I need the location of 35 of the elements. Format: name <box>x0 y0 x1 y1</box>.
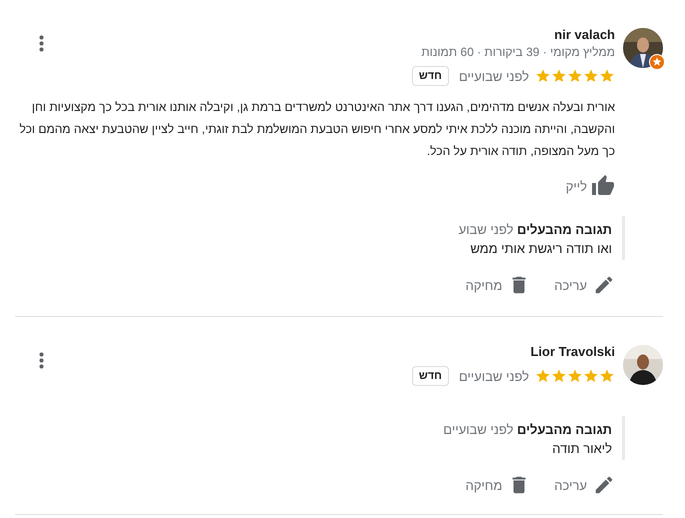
reviewer-name[interactable]: Lior Travolski <box>530 344 615 359</box>
star-icon <box>551 68 567 84</box>
star-badge-icon <box>649 54 665 70</box>
reply-header: תגובה מהבעלים לפני שבוע <box>458 222 612 237</box>
star-icon <box>599 68 615 84</box>
delete-button[interactable]: מחיקה <box>466 474 530 496</box>
pencil-icon <box>593 274 615 296</box>
reply-text: ליאור תודה <box>552 441 612 456</box>
star-icon <box>583 68 599 84</box>
thumbs-up-icon <box>591 174 615 198</box>
star-icon <box>583 368 599 384</box>
reviewer-name[interactable]: nir valach <box>554 27 615 42</box>
reply-header: תגובה מהבעלים לפני שבועיים <box>443 422 612 437</box>
reviewer-subtitle: ממליץ מקומי · 39 ביקורות · 60 תמונות <box>421 45 615 59</box>
review-text: אורית ובעלה אנשים מדהימים, הגענו דרך אתר האינטרנט למשרדים ברמת גן, וקיבלה אותנו אורית בכל כך מקצועיות וחן והקשבה, והייתה מוכנה ללכת איתי למסע אחרי חיפוש הטבעת המושלמת לבת זוגתי, חייב לציין שהטבעת יצאה מהמם וכל כך מעל המצופה, תודה אורית על הכל. <box>18 99 615 160</box>
new-badge: חדש <box>412 366 449 386</box>
new-badge: חדש <box>412 66 449 86</box>
star-icon <box>599 368 615 384</box>
edit-button[interactable]: עריכה <box>554 274 615 296</box>
delete-button[interactable]: מחיקה <box>466 274 530 296</box>
reply-text: ואו תודה ריגשת אותי ממש <box>470 241 612 256</box>
star-icon <box>567 68 583 84</box>
more-options-button[interactable] <box>39 35 44 52</box>
review-time: לפני שבועיים <box>458 368 529 384</box>
more-icon <box>39 35 44 52</box>
star-icon <box>551 368 567 384</box>
edit-button[interactable]: עריכה <box>554 474 615 496</box>
star-icon <box>567 368 583 384</box>
star-icon <box>535 368 551 384</box>
like-button[interactable]: לייק <box>566 174 615 198</box>
star-icon <box>535 68 551 84</box>
review-time: לפני שבועיים <box>458 68 529 84</box>
more-icon <box>39 352 44 369</box>
pencil-icon <box>593 474 615 496</box>
more-options-button[interactable] <box>39 352 44 369</box>
